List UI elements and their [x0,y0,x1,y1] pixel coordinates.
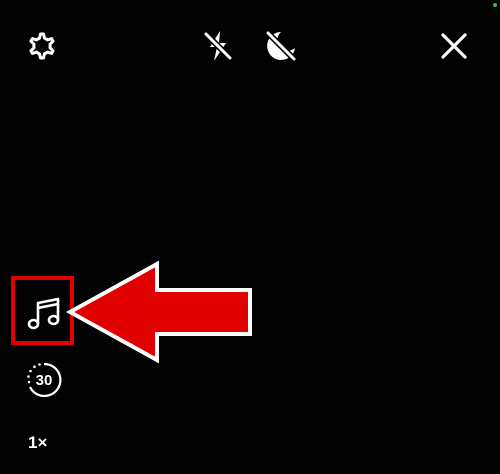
flash-off-icon [203,31,233,61]
music-note-icon [27,297,60,330]
flash-toggle-button[interactable] [196,24,240,68]
camera-active-indicator [493,3,497,7]
close-icon [441,33,467,59]
camera-viewfinder [0,0,500,474]
speed-label: 1× [28,433,48,452]
night-mode-toggle-button[interactable] [259,24,303,68]
music-button[interactable] [24,294,64,334]
gear-icon [29,32,55,60]
speed-button[interactable]: 1× [28,430,68,456]
annotation-arrow-icon [65,260,252,364]
timer-button[interactable]: 30 [24,360,64,400]
settings-button[interactable] [22,26,62,66]
night-mode-off-icon [265,30,297,62]
timer-label: 30 [35,371,53,389]
close-button[interactable] [434,26,474,66]
